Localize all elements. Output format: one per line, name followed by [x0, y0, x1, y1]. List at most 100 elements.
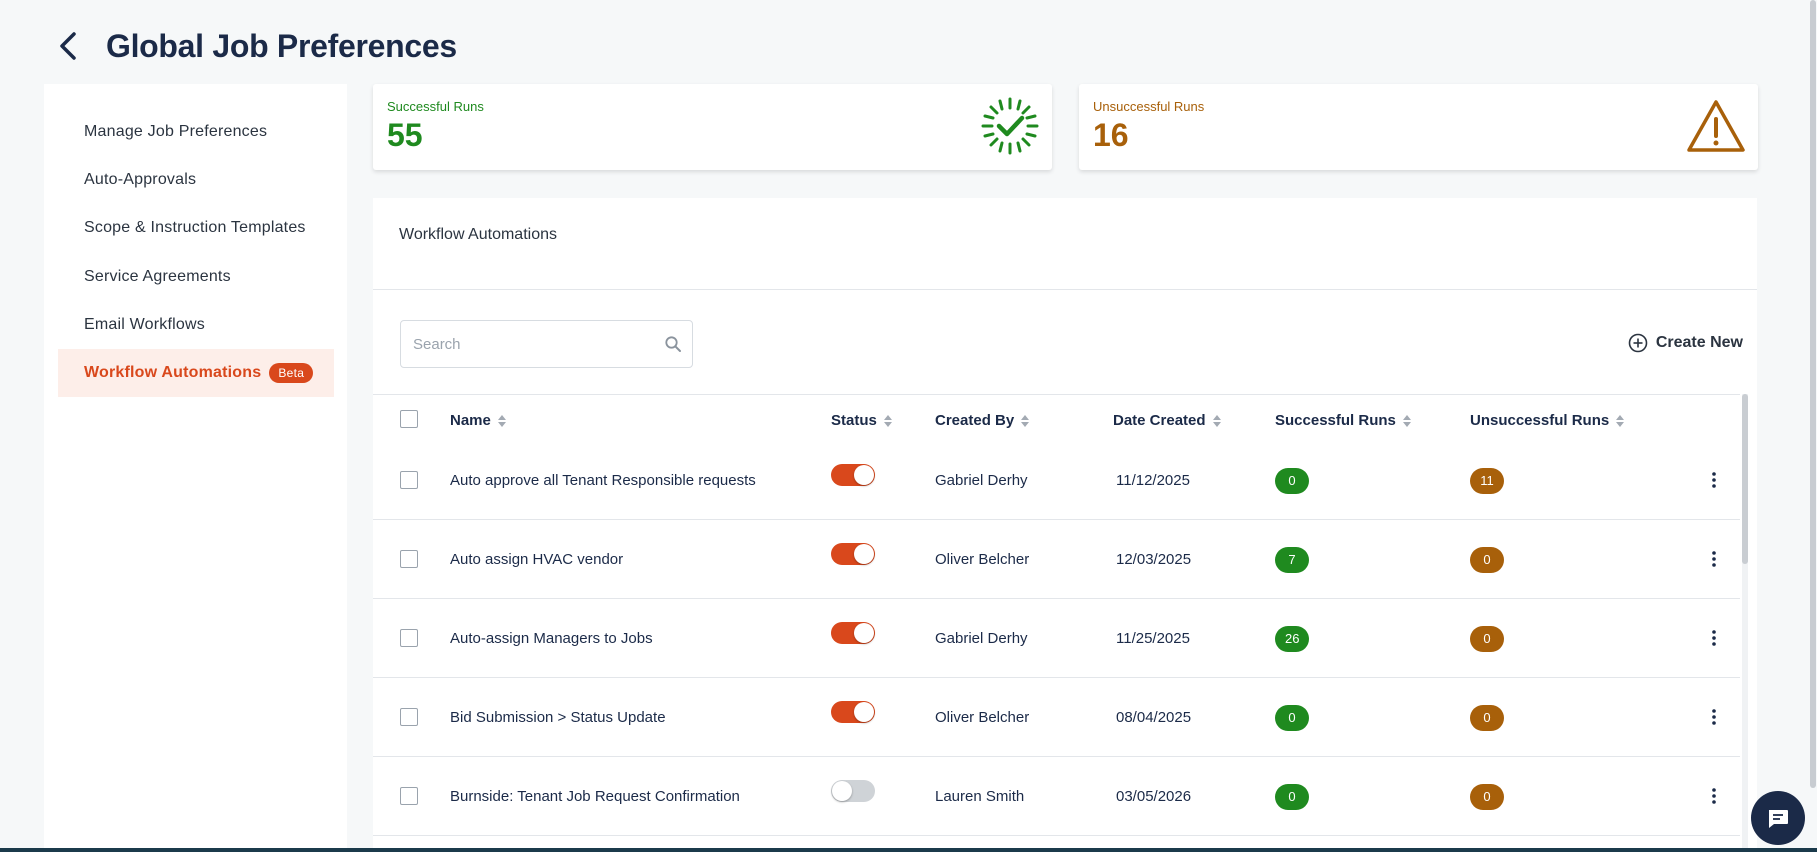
workflow-automations-panel: Workflow Automations Create New Name	[373, 198, 1757, 852]
beta-badge: Beta	[269, 363, 314, 383]
page-scrollbar-thumb[interactable]	[1810, 0, 1816, 788]
successful-runs-badge: 0	[1275, 783, 1309, 810]
warning-triangle-icon	[1687, 100, 1745, 152]
row-date-created: 11/25/2025	[1116, 630, 1190, 647]
row-date-created: 12/03/2025	[1116, 551, 1192, 568]
unsuccessful-runs-badge: 11	[1470, 467, 1504, 494]
status-toggle[interactable]	[831, 543, 875, 565]
row-actions-button[interactable]	[1702, 626, 1726, 650]
sort-icon	[497, 414, 506, 427]
row-checkbox[interactable]	[400, 471, 418, 489]
table-row[interactable]: Auto-assign Managers to Jobs Gabriel Der…	[373, 599, 1740, 678]
chat-button[interactable]	[1751, 791, 1805, 845]
table-row[interactable]: Auto assign HVAC vendor Oliver Belcher 1…	[373, 520, 1740, 599]
column-label: Date Created	[1113, 412, 1206, 429]
toggle-knob	[832, 781, 852, 801]
row-date-created: 11/12/2025	[1116, 472, 1190, 489]
sort-icon	[883, 414, 892, 427]
unsuccessful-runs-label: Unsuccessful Runs	[1093, 99, 1205, 114]
column-label: Successful Runs	[1275, 412, 1396, 429]
column-header-name[interactable]: Name	[450, 412, 506, 429]
row-checkbox[interactable]	[400, 708, 418, 726]
sidebar-item-manage-job-preferences[interactable]: Manage Job Preferences	[58, 108, 334, 156]
column-label: Created By	[935, 412, 1015, 429]
table-row[interactable]: Burnside: Tenant Job Request Confirmatio…	[373, 757, 1740, 836]
select-all-checkbox[interactable]	[400, 410, 418, 428]
row-actions-button[interactable]	[1702, 547, 1726, 571]
successful-runs-label: Successful Runs	[387, 99, 484, 114]
sidebar-item-label: Email Workflows	[84, 316, 205, 333]
sort-icon	[1616, 414, 1625, 427]
column-header-successful-runs[interactable]: Successful Runs	[1275, 412, 1411, 429]
page: Global Job Preferences Manage Job Prefer…	[0, 0, 1817, 852]
sidebar-item-email-workflows[interactable]: Email Workflows	[58, 301, 334, 349]
sidebar-item-workflow-automations[interactable]: Workflow Automations Beta	[58, 349, 334, 397]
more-vertical-icon	[1712, 788, 1716, 804]
row-name[interactable]: Auto assign HVAC vendor	[450, 520, 623, 599]
table-row[interactable]: Bid Submission > Status Update Oliver Be…	[373, 678, 1740, 757]
row-name[interactable]: Auto approve all Tenant Responsible requ…	[450, 441, 756, 520]
table-row[interactable]: Auto approve all Tenant Responsible requ…	[373, 441, 1740, 520]
divider	[373, 394, 1740, 395]
search-input[interactable]	[413, 333, 653, 355]
successful-runs-badge: 26	[1275, 625, 1310, 652]
toggle-knob	[854, 702, 874, 722]
unsuccessful-runs-card: Unsuccessful Runs 16	[1079, 84, 1758, 170]
plus-circle-icon	[1628, 333, 1648, 353]
status-toggle[interactable]	[831, 464, 875, 486]
column-label: Unsuccessful Runs	[1470, 412, 1610, 429]
search-icon[interactable]	[664, 335, 682, 353]
sort-icon	[1021, 414, 1030, 427]
column-label: Name	[450, 412, 491, 429]
unsuccessful-runs-badge: 0	[1470, 625, 1504, 652]
page-title: Global Job Preferences	[106, 27, 457, 64]
row-checkbox[interactable]	[400, 629, 418, 647]
row-actions-button[interactable]	[1702, 705, 1726, 729]
row-created-by: Oliver Belcher	[935, 709, 1030, 726]
more-vertical-icon	[1712, 551, 1716, 567]
unsuccessful-runs-value: 16	[1093, 117, 1129, 153]
row-date-created: 03/05/2026	[1116, 788, 1192, 805]
toggle-knob	[854, 544, 874, 564]
sidebar-item-service-agreements[interactable]: Service Agreements	[58, 253, 334, 301]
row-actions-button[interactable]	[1702, 784, 1726, 808]
toggle-knob	[854, 623, 874, 643]
row-checkbox[interactable]	[400, 787, 418, 805]
column-header-unsuccessful-runs[interactable]: Unsuccessful Runs	[1470, 412, 1625, 429]
column-header-status[interactable]: Status	[831, 412, 892, 429]
chat-icon	[1769, 810, 1788, 828]
status-toggle[interactable]	[831, 701, 875, 723]
row-name[interactable]: Auto-assign Managers to Jobs	[450, 599, 653, 678]
row-checkbox[interactable]	[400, 550, 418, 568]
row-created-by: Lauren Smith	[935, 788, 1025, 805]
bottom-bar	[0, 848, 1817, 852]
row-created-by: Gabriel Derhy	[935, 630, 1028, 647]
successful-runs-badge: 0	[1275, 704, 1309, 731]
unsuccessful-runs-badge: 0	[1470, 783, 1504, 810]
page-header: Global Job Preferences	[58, 28, 457, 64]
column-header-created-by[interactable]: Created By	[935, 412, 1030, 429]
sidebar: Manage Job Preferences Auto-Approvals Sc…	[44, 84, 347, 852]
search-box	[400, 320, 693, 368]
sidebar-item-label: Scope & Instruction Templates	[84, 219, 306, 236]
column-label: Status	[831, 412, 877, 429]
sidebar-item-auto-approvals[interactable]: Auto-Approvals	[58, 156, 334, 204]
unsuccessful-runs-badge: 0	[1470, 546, 1504, 573]
sidebar-item-scope-templates[interactable]: Scope & Instruction Templates	[58, 204, 334, 252]
more-vertical-icon	[1712, 709, 1716, 725]
create-new-button[interactable]: Create New	[1628, 330, 1743, 356]
row-created-by: Oliver Belcher	[935, 551, 1030, 568]
sidebar-item-label: Service Agreements	[84, 268, 231, 285]
status-toggle[interactable]	[831, 780, 875, 802]
successful-runs-card: Successful Runs 55	[373, 84, 1052, 170]
status-toggle[interactable]	[831, 622, 875, 644]
table-scrollbar-thumb[interactable]	[1742, 394, 1748, 564]
row-actions-button[interactable]	[1702, 468, 1726, 492]
sort-icon	[1402, 414, 1411, 427]
toggle-knob	[854, 465, 874, 485]
row-name[interactable]: Bid Submission > Status Update	[450, 678, 666, 757]
row-name[interactable]: Burnside: Tenant Job Request Confirmatio…	[450, 757, 740, 836]
column-header-date-created[interactable]: Date Created	[1113, 412, 1221, 429]
back-button[interactable]	[58, 28, 80, 64]
sidebar-item-label: Manage Job Preferences	[84, 123, 268, 140]
